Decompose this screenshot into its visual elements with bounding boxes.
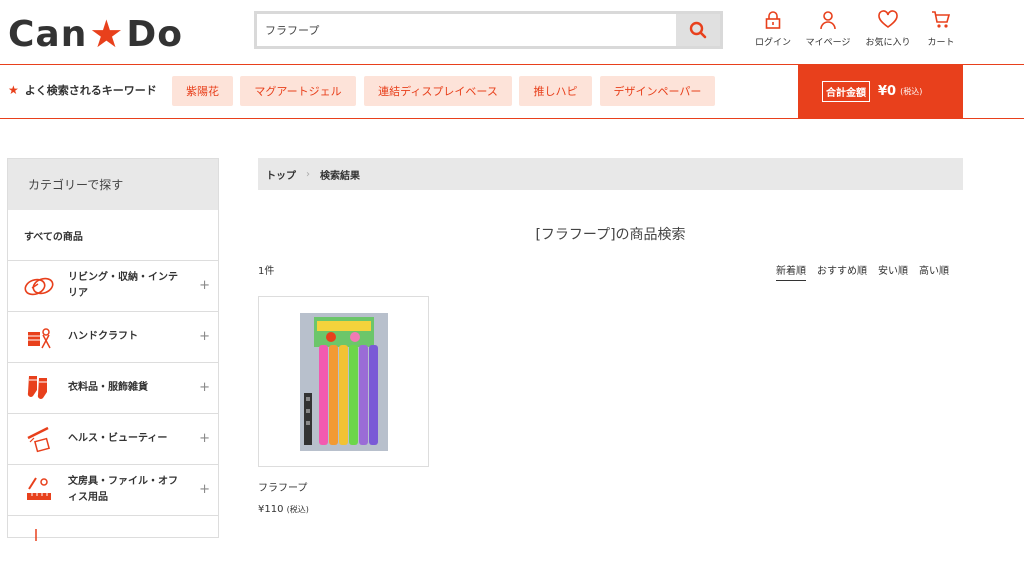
sort-price-high[interactable]: 高い順 [919,262,949,281]
keyword-heading: ★ よく検索されるキーワード [8,82,157,98]
search-bar [254,11,723,49]
sidebar-item-more[interactable] [8,516,218,567]
sidebar-item-label: 文房具・ファイル・オフィス用品 [68,476,178,503]
logo-text-do: Do [126,13,184,55]
breadcrumb: トップ › 検索結果 [258,158,963,190]
category-icon [22,527,56,557]
keyword-chip[interactable]: 連結ディスプレイベース [364,76,512,106]
star-icon: ★ [8,83,19,97]
cart-total-amount: ¥0 [878,83,897,99]
favorites-button[interactable]: お気に入り [860,10,916,50]
breadcrumb-home[interactable]: トップ [266,167,296,182]
cart-icon [932,11,951,28]
cart-label: カート [927,38,955,48]
sidebar-item-label: ヘルス・ビューティー [68,433,168,444]
product-image [300,313,388,451]
stationery-icon [22,475,56,505]
craft-icon [22,322,56,352]
lock-icon [765,11,781,29]
sidebar-item-label: リビング・収納・インテリア [68,272,178,299]
expand-icon[interactable]: + [199,380,210,395]
sort-options: 新着順 おすすめ順 安い順 高い順 [776,262,960,281]
cart-button[interactable]: カート [913,10,969,50]
mypage-button[interactable]: マイページ [800,10,856,50]
category-sidebar: カテゴリーで探す すべての商品 リビング・収納・インテリア + ハンドクラフト … [7,158,219,541]
price-tax: (税込) [286,505,309,514]
sort-newest[interactable]: 新着順 [776,262,806,281]
expand-icon[interactable]: + [199,482,210,497]
mypage-label: マイページ [805,38,851,48]
keyword-chip[interactable]: マグアートジェル [240,76,356,106]
user-icon [820,11,836,30]
favorites-label: お気に入り [865,38,911,48]
beauty-icon [22,424,56,454]
login-button[interactable]: ログイン [745,10,801,50]
expand-icon[interactable]: + [199,278,210,293]
product-price: ¥110 (税込) [258,504,309,515]
sidebar-item-living[interactable]: リビング・収納・インテリア + [8,261,218,312]
living-icon [22,271,56,301]
keyword-divider [0,118,1024,119]
logo[interactable]: Can ★ Do [8,12,183,56]
expand-icon[interactable]: + [199,431,210,446]
sidebar-item-beauty[interactable]: ヘルス・ビューティー + [8,414,218,465]
result-count: 1件 [258,266,275,277]
page-title: [フラフープ]の商品検索 [535,227,686,243]
breadcrumb-current: 検索結果 [320,170,360,182]
product-name[interactable]: フラフープ [258,479,307,494]
sort-recommended[interactable]: おすすめ順 [817,262,867,281]
heart-icon [878,10,898,28]
cart-total-label: 合計金額 [822,80,870,102]
star-icon: ★ [89,12,125,56]
clothing-icon [22,373,56,403]
login-label: ログイン [754,38,791,48]
sidebar-item-all[interactable]: すべての商品 [8,210,218,261]
sidebar-item-label: 衣料品・服飾雑貨 [68,382,148,393]
logo-text-can: Can [8,13,88,55]
keyword-heading-label: よく検索されるキーワード [24,84,157,97]
product-card[interactable] [258,296,429,467]
keyword-chip[interactable]: 推しハピ [519,76,592,106]
sidebar-item-clothing[interactable]: 衣料品・服飾雑貨 + [8,363,218,414]
expand-icon[interactable]: + [199,329,210,344]
search-icon [689,21,707,39]
sidebar-item-craft[interactable]: ハンドクラフト + [8,312,218,363]
keyword-chip[interactable]: 紫陽花 [172,76,233,106]
sidebar-title: カテゴリーで探す [8,159,218,210]
search-button[interactable] [676,14,720,46]
sidebar-item-label: ハンドクラフト [68,331,138,342]
cart-total[interactable]: 合計金額 ¥0 (税込) [798,64,963,118]
cart-total-tax: (税込) [900,86,923,96]
sidebar-item-stationery[interactable]: 文房具・ファイル・オフィス用品 + [8,465,218,516]
price-value: ¥110 [258,504,284,515]
chevron-right-icon: › [306,168,310,180]
sort-price-low[interactable]: 安い順 [878,262,908,281]
keyword-chip[interactable]: デザインペーパー [600,76,715,106]
search-input[interactable] [257,14,676,46]
